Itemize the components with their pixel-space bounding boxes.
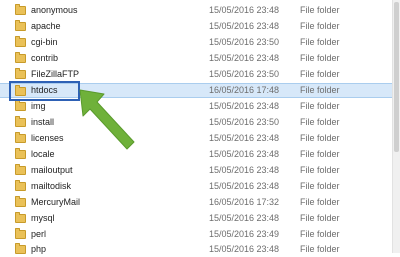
folder-icon <box>15 180 26 191</box>
folder-name: MercuryMail <box>31 197 81 207</box>
folder-name: mysql <box>31 213 55 223</box>
item-type: File folder <box>300 117 340 127</box>
date-modified: 16/05/2016 17:48 <box>209 85 280 95</box>
folder-icon <box>15 148 26 159</box>
list-item[interactable]: install 15/05/2016 23:50 File folder <box>0 115 392 130</box>
list-item[interactable]: licenses 15/05/2016 23:48 File folder <box>0 131 392 146</box>
folder-icon <box>15 36 26 47</box>
date-modified: 15/05/2016 23:48 <box>209 101 280 111</box>
list-item[interactable]: img 15/05/2016 23:48 File folder <box>0 99 392 114</box>
list-item[interactable]: perl 15/05/2016 23:49 File folder <box>0 227 392 242</box>
date-modified: 15/05/2016 23:48 <box>209 53 280 63</box>
folder-name: php <box>31 244 47 254</box>
folder-icon <box>15 4 26 15</box>
list-item[interactable]: FileZillaFTP 15/05/2016 23:50 File folde… <box>0 67 392 82</box>
item-type: File folder <box>300 213 340 223</box>
highlight-annotation-box <box>9 81 80 101</box>
list-item[interactable]: anonymous 15/05/2016 23:48 File folder <box>0 3 392 18</box>
date-modified: 15/05/2016 23:48 <box>209 213 280 223</box>
list-item[interactable]: MercuryMail 16/05/2016 17:32 File folder <box>0 195 392 210</box>
item-type: File folder <box>300 37 340 47</box>
date-modified: 15/05/2016 23:48 <box>209 5 280 15</box>
folder-icon <box>15 100 26 111</box>
folder-name: mailtodisk <box>31 181 72 191</box>
date-modified: 15/05/2016 23:49 <box>209 229 280 239</box>
list-item[interactable]: locale 15/05/2016 23:48 File folder <box>0 147 392 162</box>
folder-icon <box>15 52 26 63</box>
folder-name: apache <box>31 21 61 31</box>
date-modified: 15/05/2016 23:48 <box>209 244 280 254</box>
folder-icon <box>15 212 26 223</box>
list-item[interactable]: apache 15/05/2016 23:48 File folder <box>0 19 392 34</box>
date-modified: 15/05/2016 23:48 <box>209 21 280 31</box>
item-type: File folder <box>300 21 340 31</box>
folder-name: mailoutput <box>31 165 73 175</box>
list-item[interactable]: mailoutput 15/05/2016 23:48 File folder <box>0 163 392 178</box>
date-modified: 15/05/2016 23:50 <box>209 117 280 127</box>
folder-name: perl <box>31 229 47 239</box>
folder-icon <box>15 20 26 31</box>
folder-icon <box>15 68 26 79</box>
folder-icon <box>15 116 26 127</box>
folder-name: locale <box>31 149 55 159</box>
date-modified: 15/05/2016 23:48 <box>209 149 280 159</box>
date-modified: 15/05/2016 23:48 <box>209 181 280 191</box>
list-item[interactable]: contrib 15/05/2016 23:48 File folder <box>0 51 392 66</box>
list-item[interactable]: php 15/05/2016 23:48 File folder <box>0 242 392 257</box>
vertical-scrollbar[interactable] <box>392 0 400 253</box>
item-type: File folder <box>300 69 340 79</box>
folder-name: install <box>31 117 55 127</box>
item-type: File folder <box>300 181 340 191</box>
item-type: File folder <box>300 133 340 143</box>
item-type: File folder <box>300 149 340 159</box>
item-type: File folder <box>300 85 340 95</box>
item-type: File folder <box>300 244 340 254</box>
date-modified: 15/05/2016 23:48 <box>209 165 280 175</box>
scrollbar-thumb[interactable] <box>394 2 399 152</box>
folder-name: FileZillaFTP <box>31 69 80 79</box>
folder-icon <box>15 228 26 239</box>
item-type: File folder <box>300 229 340 239</box>
date-modified: 15/05/2016 23:50 <box>209 37 280 47</box>
folder-icon <box>15 164 26 175</box>
file-list: anonymous 15/05/2016 23:48 File folder a… <box>0 0 392 254</box>
item-type: File folder <box>300 197 340 207</box>
item-type: File folder <box>300 5 340 15</box>
folder-name: licenses <box>31 133 64 143</box>
list-item[interactable]: mysql 15/05/2016 23:48 File folder <box>0 211 392 226</box>
folder-name: img <box>31 101 46 111</box>
folder-name: anonymous <box>31 5 78 15</box>
folder-name: contrib <box>31 53 59 63</box>
item-type: File folder <box>300 165 340 175</box>
list-item[interactable]: cgi-bin 15/05/2016 23:50 File folder <box>0 35 392 50</box>
item-type: File folder <box>300 101 340 111</box>
green-arrow-annotation <box>79 89 135 150</box>
date-modified: 15/05/2016 23:50 <box>209 69 280 79</box>
folder-name: cgi-bin <box>31 37 58 47</box>
item-type: File folder <box>300 53 340 63</box>
date-modified: 16/05/2016 17:32 <box>209 197 280 207</box>
folder-icon <box>15 196 26 207</box>
folder-icon <box>15 132 26 143</box>
list-item[interactable]: mailtodisk 15/05/2016 23:48 File folder <box>0 179 392 194</box>
date-modified: 15/05/2016 23:48 <box>209 133 280 143</box>
